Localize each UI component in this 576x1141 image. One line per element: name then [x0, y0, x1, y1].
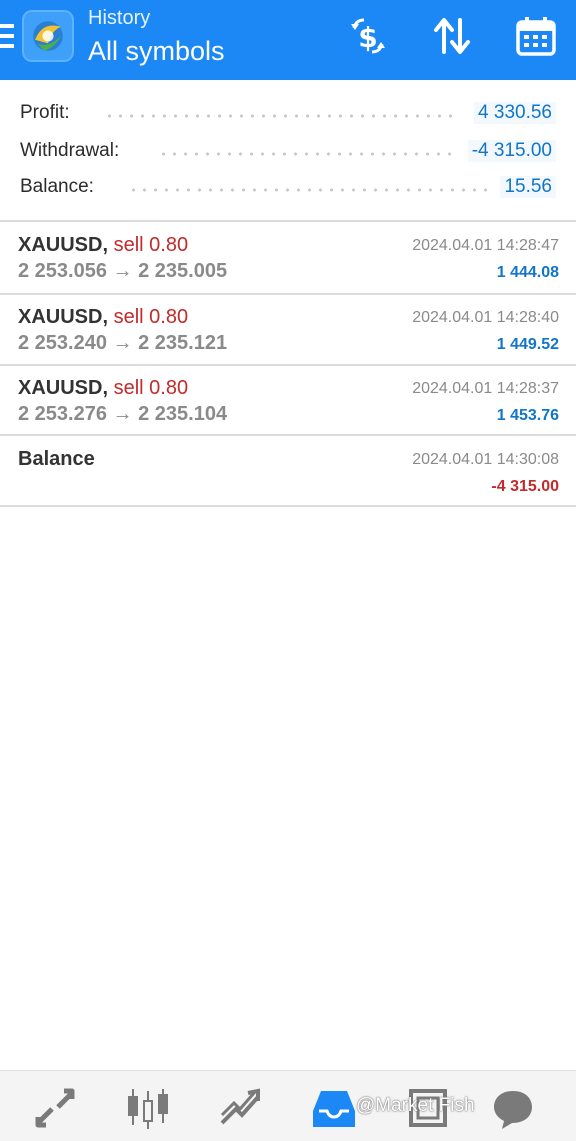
deal-side: sell 0.80: [113, 377, 189, 399]
chat-icon[interactable]: [490, 1085, 536, 1131]
summary-balance-row: Balance: 15.56: [0, 172, 576, 202]
deal-time: 2024.04.01 14:28:37: [412, 380, 559, 397]
deal-row[interactable]: XAUUSD, sell 0.80 2 253.240 → 2 235.121 …: [0, 294, 576, 364]
watermark-text: @Market Fish: [356, 1095, 475, 1116]
deal-symbol: XAUUSD,: [18, 234, 109, 256]
deal-side: sell 0.80: [113, 234, 189, 256]
deal-profit: 1 453.76: [496, 407, 559, 424]
deal-side: sell 0.80: [113, 306, 189, 328]
deal-row[interactable]: XAUUSD, sell 0.80 2 253.276 → 2 235.104 …: [0, 365, 576, 435]
deal-symbol: XAUUSD,: [18, 306, 109, 328]
balance-value: 15.56: [500, 176, 556, 198]
quotes-icon[interactable]: [32, 1085, 78, 1131]
divider: [0, 505, 576, 507]
sort-icon[interactable]: [430, 14, 474, 58]
dollar-exchange-icon[interactable]: $: [346, 14, 390, 58]
page-subtitle: History: [88, 7, 151, 29]
withdrawal-label: Withdrawal:: [20, 140, 120, 161]
deal-prices: 2 253.276 → 2 235.104: [18, 403, 228, 425]
deal-time: 2024.04.01 14:30:08: [412, 451, 559, 468]
deal-row[interactable]: XAUUSD, sell 0.80 2 253.056 → 2 235.005 …: [0, 222, 576, 292]
menu-icon[interactable]: [0, 24, 14, 48]
deal-time: 2024.04.01 14:28:47: [412, 237, 559, 254]
history-summary: Profit: 4 330.56 Withdrawal: -4 315.00 B…: [0, 92, 576, 220]
chart-icon[interactable]: [125, 1085, 171, 1131]
history-icon[interactable]: [311, 1085, 357, 1131]
deal-prices: 2 253.240 → 2 235.121: [18, 332, 228, 354]
deal-symbol: XAUUSD,: [18, 377, 109, 399]
app-bar: History All symbols $: [0, 0, 576, 80]
dotted-leader: [158, 152, 452, 156]
dotted-leader: [128, 188, 490, 192]
profit-value: 4 330.56: [474, 102, 556, 124]
balance-label: Balance:: [20, 176, 94, 197]
deal-time: 2024.04.01 14:28:40: [412, 309, 559, 326]
metatrader-logo: [22, 10, 74, 62]
deal-prices: 2 253.056 → 2 235.005: [18, 260, 228, 282]
dotted-leader: [104, 114, 460, 118]
svg-text:$: $: [358, 21, 377, 54]
balance-operation-row[interactable]: Balance 2024.04.01 14:30:08 -4 315.00: [0, 436, 576, 506]
profit-label: Profit:: [20, 102, 70, 123]
summary-withdrawal-row: Withdrawal: -4 315.00: [0, 136, 576, 166]
deal-profit: 1 444.08: [496, 264, 559, 281]
trade-icon[interactable]: [218, 1085, 264, 1131]
withdrawal-value: -4 315.00: [467, 140, 556, 162]
deal-profit: -4 315.00: [491, 478, 559, 495]
deal-profit: 1 449.52: [496, 336, 559, 353]
page-title[interactable]: All symbols: [88, 36, 225, 67]
calendar-icon[interactable]: [514, 14, 558, 58]
deal-symbol: Balance: [18, 448, 95, 470]
summary-profit-row: Profit: 4 330.56: [0, 98, 576, 128]
bottom-navigation: @Market Fish: [0, 1070, 576, 1141]
